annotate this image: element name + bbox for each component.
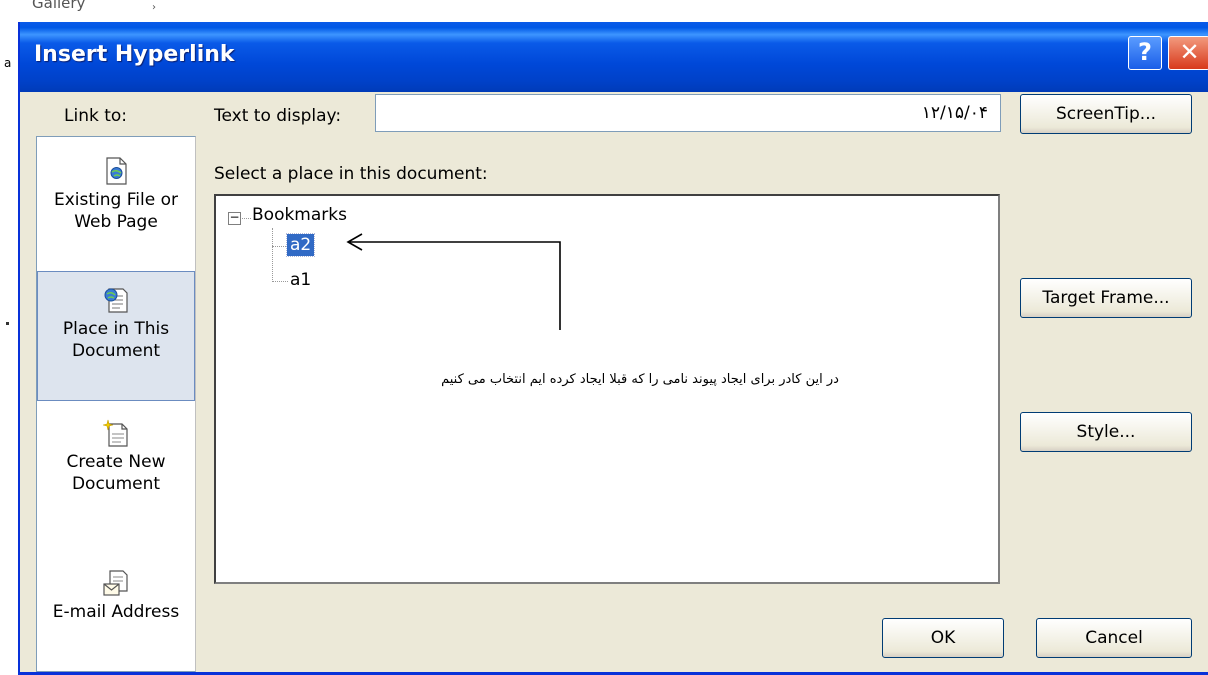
annotation-arrow [346, 233, 561, 330]
ok-button[interactable]: OK [882, 618, 1004, 658]
link-to-existing-file[interactable]: Existing File or Web Page [37, 157, 195, 233]
style-button[interactable]: Style... [1020, 412, 1192, 452]
help-button[interactable]: ? [1128, 36, 1162, 70]
background-menu-item[interactable]: Gallery [32, 0, 85, 12]
background-dot [6, 322, 9, 325]
background-left-mark: a [4, 56, 12, 70]
background-menu-strip: Gallery › [0, 0, 1208, 22]
annotation-caption: در این کادر برای ایجاد پیوند نامی را که … [441, 372, 839, 387]
link-to-place-in-document[interactable]: Place in This Document [37, 271, 195, 401]
place-tree[interactable]: − Bookmarks a2 a1 [214, 194, 1000, 584]
link-to-email-address[interactable]: E-mail Address [37, 569, 195, 623]
existing-file-icon [106, 157, 127, 185]
link-to-item-label: Document [71, 474, 161, 494]
link-to-item-label: Document [71, 341, 161, 361]
email-address-icon [103, 570, 128, 596]
create-new-document-icon [103, 419, 128, 447]
link-to-item-label: Web Page [74, 212, 158, 232]
link-to-item-label: E-mail Address [52, 602, 180, 622]
link-to-item-label: Place in This [62, 319, 170, 339]
close-icon: ✕ [1179, 38, 1200, 66]
link-to-places-bar: Existing File or Web Page Place in This … [36, 136, 196, 672]
cancel-button[interactable]: Cancel [1036, 618, 1192, 658]
text-to-display-label: Text to display: [214, 106, 342, 126]
title-bar[interactable]: Insert Hyperlink ? ✕ [20, 22, 1208, 92]
submenu-arrow-icon: › [152, 2, 156, 13]
place-in-document-icon [104, 288, 128, 313]
link-to-item-label: Existing File or [54, 190, 178, 210]
select-place-label: Select a place in this document: [214, 164, 488, 184]
close-button[interactable]: ✕ [1168, 36, 1208, 70]
link-to-item-label: Create New [66, 452, 166, 472]
target-frame-button[interactable]: Target Frame... [1020, 278, 1192, 318]
screentip-button[interactable]: ScreenTip... [1020, 94, 1192, 134]
help-icon: ? [1138, 38, 1152, 66]
insert-hyperlink-dialog: Insert Hyperlink ? ✕ Link to: Existing F… [18, 22, 1208, 675]
link-to-label: Link to: [64, 106, 128, 126]
text-to-display-input[interactable]: ۱۲/۱۵/۰۴ [375, 94, 1001, 132]
link-to-create-new-document[interactable]: Create New Document [37, 419, 195, 495]
dialog-title: Insert Hyperlink [34, 42, 235, 67]
